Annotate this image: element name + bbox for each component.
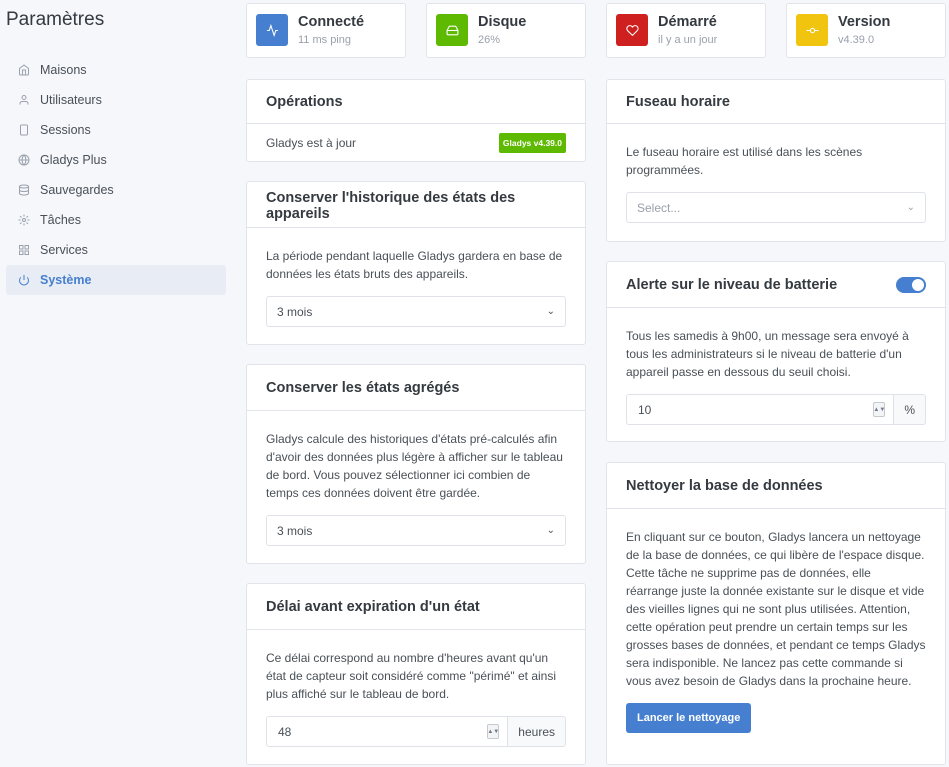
sidebar-item-label: Système xyxy=(40,273,92,287)
stat-title: Version xyxy=(838,14,891,30)
expiration-hours-input[interactable]: 48 ▲▼ xyxy=(266,716,509,747)
aggregated-retention-select[interactable]: 3 mois ⌄ xyxy=(266,515,566,546)
database-icon xyxy=(18,184,30,196)
update-status: Gladys est à jour xyxy=(266,136,357,150)
expiration-input-group: 48 ▲▼ heures xyxy=(266,716,566,747)
stat-card-disk: Disque 26% xyxy=(426,3,586,58)
sidebar-item-label: Tâches xyxy=(40,213,81,227)
sidebar-item-taches[interactable]: Tâches xyxy=(6,205,226,235)
input-value: 10 xyxy=(638,402,652,417)
battery-alert-card: Alerte sur le niveau de batterie Tous le… xyxy=(606,261,946,442)
card-title: Alerte sur le niveau de batterie xyxy=(626,276,838,293)
stat-subtitle: v4.39.0 xyxy=(838,34,875,46)
stat-card-started: Démarré il y a un jour xyxy=(606,3,766,58)
sidebar-item-label: Utilisateurs xyxy=(40,93,102,107)
stat-subtitle: il y a un jour xyxy=(658,34,718,46)
history-card: Conserver l'historique des états des app… xyxy=(246,181,586,345)
sidebar-item-sauvegardes[interactable]: Sauvegardes xyxy=(6,175,226,205)
stat-title: Démarré xyxy=(658,14,717,30)
sidebar-item-gladys-plus[interactable]: Gladys Plus xyxy=(6,145,226,175)
select-value: 3 mois xyxy=(277,523,313,538)
settings-icon xyxy=(18,214,30,226)
history-retention-select[interactable]: 3 mois ⌄ xyxy=(266,296,566,327)
card-description: Ce délai correspond au nombre d'heures a… xyxy=(266,651,556,701)
aggregated-card: Conserver les états agrégés Gladys calcu… xyxy=(246,364,586,564)
battery-threshold-input-group: 10 ▲▼ % xyxy=(626,394,926,425)
battery-alert-toggle[interactable] xyxy=(896,276,926,293)
battery-threshold-input[interactable]: 10 ▲▼ xyxy=(626,394,895,425)
card-description: Tous les samedis à 9h00, un message sera… xyxy=(626,329,909,379)
heart-icon xyxy=(616,14,648,46)
operations-card: Opérations Gladys est à jour Gladys v4.3… xyxy=(246,79,586,162)
stat-title: Disque xyxy=(478,14,527,30)
power-icon xyxy=(18,274,30,286)
sidebar-item-maisons[interactable]: Maisons xyxy=(6,55,226,85)
select-value: 3 mois xyxy=(277,304,313,319)
stat-subtitle: 11 ms ping xyxy=(298,34,351,46)
globe-icon xyxy=(18,154,30,166)
sidebar-item-label: Sessions xyxy=(40,123,91,137)
smartphone-icon xyxy=(18,124,30,136)
input-value: 48 xyxy=(278,724,292,739)
start-cleanup-button[interactable]: Lancer le nettoyage xyxy=(626,703,752,733)
card-title: Délai avant expiration d'un état xyxy=(247,584,585,630)
card-title: Nettoyer la base de données xyxy=(607,463,945,509)
number-spinner[interactable]: ▲▼ xyxy=(873,402,886,417)
git-commit-icon xyxy=(796,14,828,46)
hard-drive-icon xyxy=(436,14,468,46)
stat-subtitle: 26% xyxy=(478,34,501,46)
card-title: Conserver l'historique des états des app… xyxy=(247,182,585,228)
sidebar-item-label: Gladys Plus xyxy=(40,153,107,167)
sidebar-item-label: Services xyxy=(40,243,88,257)
card-description: Gladys calcule des historiques d'états p… xyxy=(266,432,563,500)
activity-icon xyxy=(256,14,288,46)
chevron-down-icon: ⌄ xyxy=(546,524,555,536)
card-title: Opérations xyxy=(247,80,585,124)
card-title: Fuseau horaire xyxy=(607,80,945,124)
version-badge: Gladys v4.39.0 xyxy=(498,133,566,153)
sidebar-item-services[interactable]: Services xyxy=(6,235,226,265)
sidebar-item-label: Sauvegardes xyxy=(40,183,114,197)
page-title: Paramètres xyxy=(6,9,105,30)
select-placeholder: Select... xyxy=(637,200,681,215)
sidebar-item-utilisateurs[interactable]: Utilisateurs xyxy=(6,85,226,115)
user-icon xyxy=(18,94,30,106)
expiration-card: Délai avant expiration d'un état Ce déla… xyxy=(246,583,586,765)
database-cleanup-card: Nettoyer la base de données En cliquant … xyxy=(606,462,946,765)
sidebar-item-label: Maisons xyxy=(40,63,87,77)
card-description: La période pendant laquelle Gladys garde… xyxy=(266,249,563,281)
chevron-down-icon: ⌄ xyxy=(906,201,915,213)
stat-card-version: Version v4.39.0 xyxy=(786,3,946,58)
card-description: En cliquant sur ce bouton, Gladys lancer… xyxy=(626,530,926,688)
grid-icon xyxy=(18,244,30,256)
input-unit: heures xyxy=(508,716,566,747)
timezone-card: Fuseau horaire Le fuseau horaire est uti… xyxy=(606,79,946,242)
input-unit: % xyxy=(894,394,926,425)
stat-card-connection: Connecté 11 ms ping xyxy=(246,3,406,58)
home-icon xyxy=(18,64,30,76)
card-description: Le fuseau horaire est utilisé dans les s… xyxy=(626,145,863,177)
chevron-down-icon: ⌄ xyxy=(546,305,555,317)
timezone-select[interactable]: Select... ⌄ xyxy=(626,192,926,223)
stat-title: Connecté xyxy=(298,14,365,30)
settings-sidebar: Maisons Utilisateurs Sessions Gladys Plu… xyxy=(6,55,226,295)
number-spinner[interactable]: ▲▼ xyxy=(487,724,500,739)
sidebar-item-systeme[interactable]: Système xyxy=(6,265,226,295)
sidebar-item-sessions[interactable]: Sessions xyxy=(6,115,226,145)
card-title: Conserver les états agrégés xyxy=(247,365,585,411)
